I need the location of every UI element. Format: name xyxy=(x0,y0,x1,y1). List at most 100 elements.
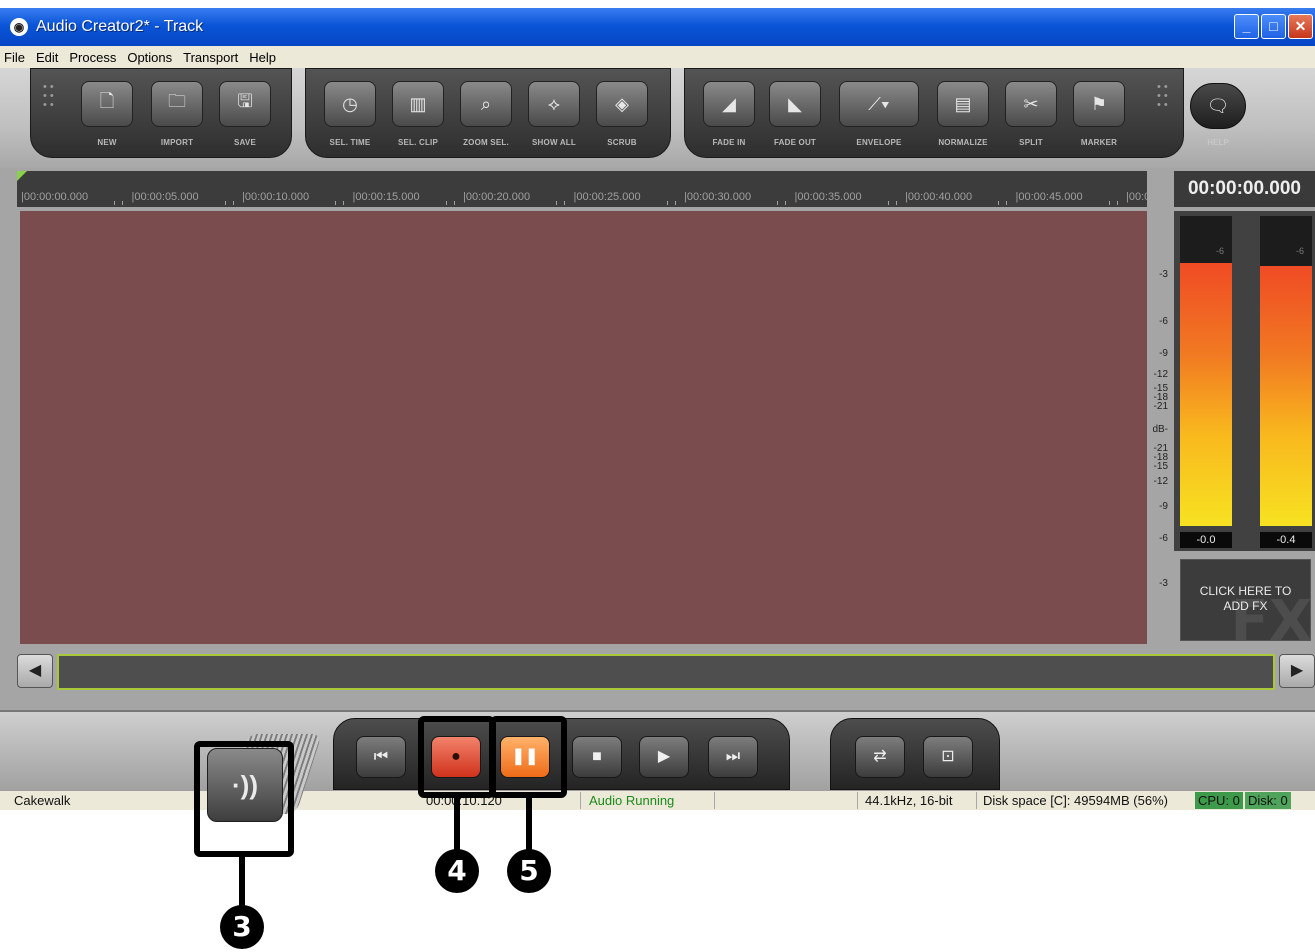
window-controls: _ □ ✕ xyxy=(1234,14,1313,39)
minimize-button[interactable]: _ xyxy=(1234,14,1259,39)
marker-button[interactable]: ⚑ xyxy=(1073,81,1125,127)
scroll-right-button[interactable]: ▶ xyxy=(1279,654,1315,688)
ruler-minor-tick xyxy=(777,201,778,205)
sel-clip-label: SEL. CLIP xyxy=(397,138,439,147)
disk-meter: Disk: 0 xyxy=(1245,792,1291,809)
ruler-minor-tick xyxy=(1006,201,1007,205)
menu-file[interactable]: File xyxy=(4,50,25,65)
db-scale-label: -9 xyxy=(1159,501,1168,512)
add-fx-button[interactable]: FX CLICK HERE TO ADD FX xyxy=(1180,559,1311,641)
ruler-minor-tick xyxy=(453,201,455,205)
loop-button[interactable]: ⇄ xyxy=(855,736,905,778)
ruler-tick-label: |00:00:45.000 xyxy=(1015,191,1083,203)
import-button[interactable]: 🗀 xyxy=(151,81,203,127)
sel-time-label: SEL. TIME xyxy=(329,138,371,147)
menu-transport[interactable]: Transport xyxy=(183,50,238,65)
fade-in-button[interactable]: ◢ xyxy=(703,81,755,127)
envelope-button[interactable]: ⟋▾ xyxy=(839,81,919,127)
sel-clip-button[interactable]: ▥ xyxy=(392,81,444,127)
meter-scale-label: -6 xyxy=(1215,246,1224,256)
new-button[interactable]: 🗋 xyxy=(81,81,133,127)
db-scale-label: -15 xyxy=(1153,461,1168,472)
normalize-label: NORMALIZE xyxy=(938,138,988,147)
window-title: Audio Creator2* - Track xyxy=(36,18,204,35)
maximize-button[interactable]: □ xyxy=(1261,14,1286,39)
ruler-minor-tick xyxy=(556,201,557,205)
db-scale-label: -9 xyxy=(1159,348,1168,359)
menu-edit[interactable]: Edit xyxy=(36,50,58,65)
show-all-icon: ⟡ xyxy=(548,93,560,114)
ruler-minor-tick xyxy=(122,201,123,205)
stop-button[interactable]: ■ xyxy=(572,736,622,778)
db-scale-label: -3 xyxy=(1159,578,1168,589)
sel-time-button[interactable]: ◷ xyxy=(324,81,376,127)
db-scale: -3 -6 -9 -12 -15 -18 -21 dB- -21 -18 -15 -12 -9 -6 -3 xyxy=(1148,211,1172,644)
time-ruler[interactable]: |00:00:00.000 |00:00:05.000 |00:00:10.000 |… xyxy=(17,171,1147,207)
split-button[interactable]: ✂ xyxy=(1005,81,1057,127)
toolbar-grip[interactable]: • • • • • • xyxy=(1157,82,1171,111)
db-scale-label: -3 xyxy=(1159,269,1168,280)
save-icon: 🖫 xyxy=(237,91,253,111)
db-scale-label: -12 xyxy=(1153,369,1168,380)
fade-in-icon: ◢ xyxy=(722,93,736,114)
fade-out-icon: ◣ xyxy=(788,93,802,114)
show-all-label: SHOW ALL xyxy=(532,138,576,147)
callout-3-box xyxy=(194,741,294,857)
db-scale-label: -6 xyxy=(1159,533,1168,544)
envelope-label: ENVELOPE xyxy=(856,138,902,147)
loop-icon: ⇄ xyxy=(873,748,887,765)
skip-to-end-button[interactable]: ⏭ xyxy=(708,736,758,778)
scroll-left-button[interactable]: ◀ xyxy=(17,654,53,688)
normalize-button[interactable]: ▤ xyxy=(937,81,989,127)
audio-track-waveform-area[interactable] xyxy=(20,211,1147,644)
close-button[interactable]: ✕ xyxy=(1288,14,1313,39)
scrub-button[interactable]: ◈ xyxy=(596,81,648,127)
fade-in-label: FADE IN xyxy=(712,138,746,147)
db-scale-label: dB- xyxy=(1152,424,1168,435)
help-label: HELP xyxy=(1207,138,1229,147)
cpu-meter: CPU: 0 xyxy=(1195,792,1243,809)
horizontal-scrollbar[interactable]: ◀ ▶ xyxy=(17,652,1315,692)
folder-icon: 🗀 xyxy=(168,91,186,111)
playhead-marker[interactable] xyxy=(17,171,27,181)
menu-help[interactable]: Help xyxy=(249,50,276,65)
db-scale-label: -21 xyxy=(1153,401,1168,412)
ruler-minor-tick xyxy=(666,201,668,205)
title-bar: ◉ Audio Creator2* - Track _ □ ✕ xyxy=(0,8,1315,46)
ruler-minor-tick xyxy=(232,201,234,205)
normalize-icon: ▤ xyxy=(954,93,972,114)
callout-4-badge: 4 xyxy=(435,849,479,893)
callout-4-box xyxy=(418,716,495,798)
save-button[interactable]: 🖫 xyxy=(219,81,271,127)
skip-back-icon: ⏮ xyxy=(373,748,389,765)
split-label: SPLIT xyxy=(1019,138,1043,147)
skip-forward-icon: ⏭ xyxy=(725,748,741,765)
menu-options[interactable]: Options xyxy=(127,50,172,65)
selection-tool-group: ◷ SEL. TIME ▥ SEL. CLIP ⌕ ZOOM SEL. ⟡ SH… xyxy=(305,68,671,158)
status-disk-space: Disk space [C]: 49594MB (56%) xyxy=(983,793,1168,808)
zoom-sel-label: ZOOM SEL. xyxy=(463,138,509,147)
status-divider xyxy=(857,792,858,809)
callout-3-badge: 3 xyxy=(220,905,264,949)
import-label: IMPORT xyxy=(160,138,194,147)
fade-out-button[interactable]: ◣ xyxy=(769,81,821,127)
help-button[interactable]: 🗨 xyxy=(1190,83,1246,129)
callout-3-line xyxy=(239,856,245,908)
show-all-button[interactable]: ⟡ xyxy=(528,81,580,127)
ruler-tick-label: |00:00:25.000 xyxy=(573,191,641,203)
ruler-tick-label: |00:00:40.000 xyxy=(905,191,973,203)
file-tool-group: • • • • • • 🗋 NEW 🗀 IMPORT 🖫 SAVE xyxy=(30,68,292,158)
time-display: 00:00:00.000 xyxy=(1174,171,1315,207)
zoom-sel-button[interactable]: ⌕ xyxy=(460,81,512,127)
menu-process[interactable]: Process xyxy=(69,50,116,65)
db-scale-label: -6 xyxy=(1159,316,1168,327)
rewind-button[interactable]: ⏮ xyxy=(356,736,406,778)
envelope-icon: ⟋▾ xyxy=(868,93,890,114)
metronome-button[interactable]: ⊡ xyxy=(923,736,973,778)
play-button[interactable]: ▶ xyxy=(639,736,689,778)
select-time-icon: ◷ xyxy=(342,93,358,114)
scroll-thumb[interactable] xyxy=(57,654,1275,690)
toolbar-grip[interactable]: • • • • • • xyxy=(43,82,57,111)
callout-5-box xyxy=(490,716,567,798)
ruler-tick-label: |00:00 xyxy=(1126,191,1147,203)
